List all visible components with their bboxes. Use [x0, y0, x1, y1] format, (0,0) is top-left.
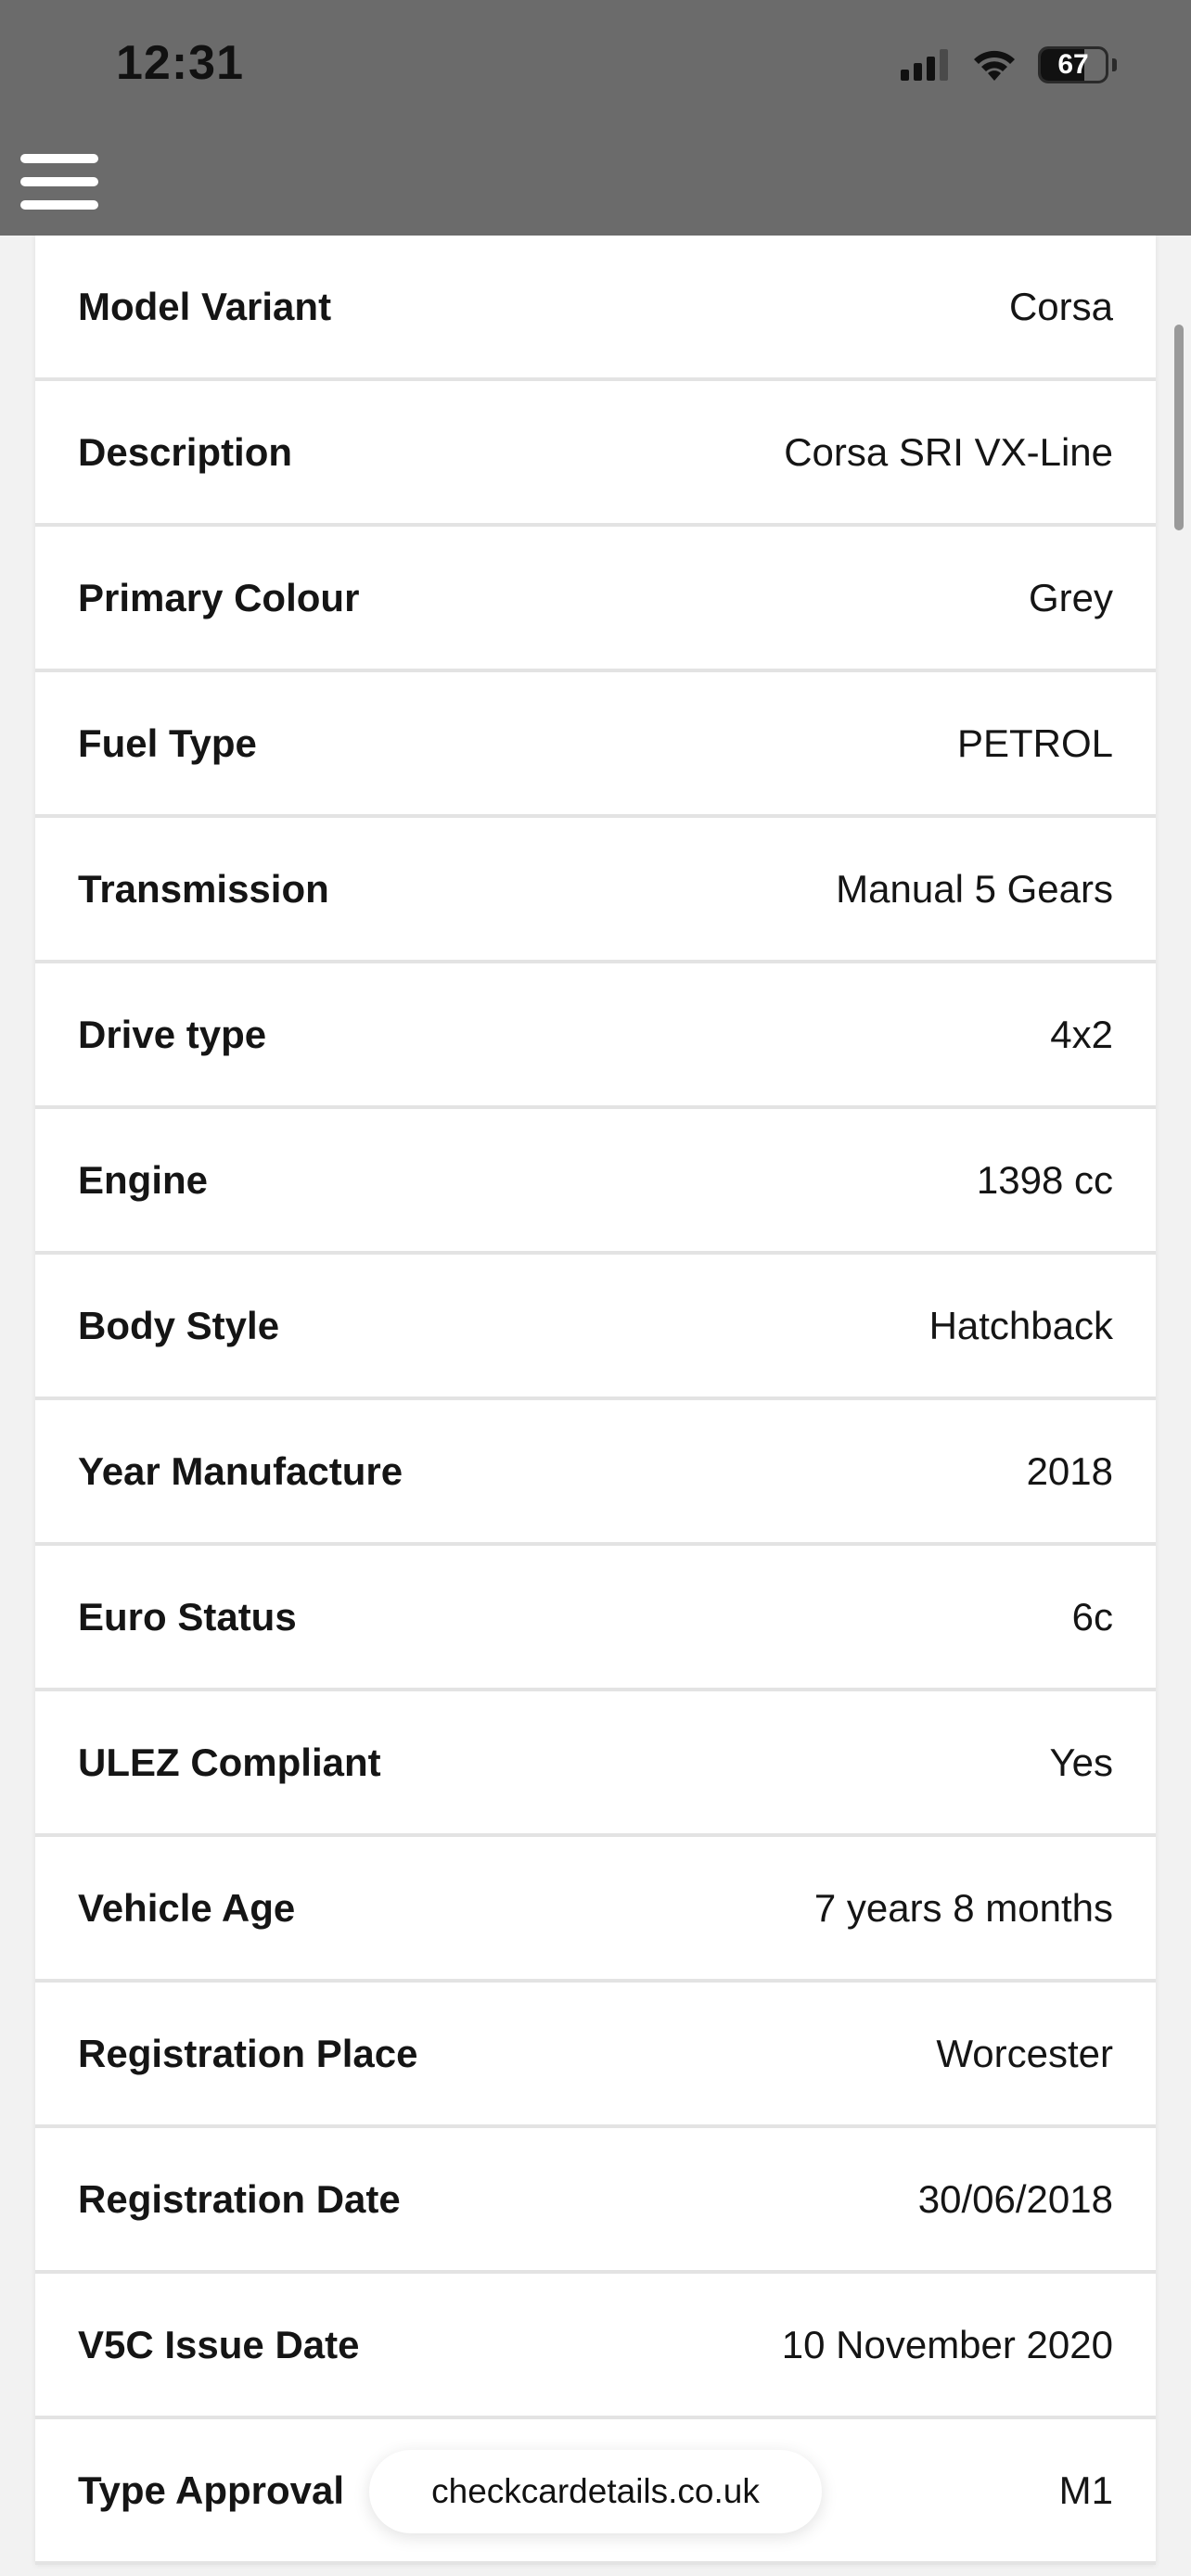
detail-label: Fuel Type [78, 721, 257, 765]
vehicle-details-card: Model Variant Corsa Description Corsa SRI V… [35, 236, 1156, 2565]
detail-label: Vehicle Age [78, 1885, 296, 1930]
detail-value: Yes [1049, 1740, 1113, 1784]
detail-value: Corsa SRI VX-Line [784, 429, 1113, 474]
battery-level: 67 [1057, 49, 1089, 80]
detail-row: Description Corsa SRI VX-Line [35, 381, 1156, 527]
detail-row: Engine 1398 cc [35, 1109, 1156, 1255]
detail-label: Body Style [78, 1303, 280, 1347]
detail-label: Type Approval [78, 2468, 345, 2512]
detail-row: Vehicle Age 7 years 8 months [35, 1837, 1156, 1983]
detail-value: 6c [1071, 1594, 1113, 1639]
status-icons: 67 [901, 46, 1117, 83]
detail-label: Registration Place [78, 2031, 418, 2075]
detail-value: PETROL [956, 721, 1113, 765]
detail-value: Corsa [1008, 284, 1113, 328]
detail-row: Euro Status 6c [35, 1546, 1156, 1691]
detail-value: 7 years 8 months [813, 1885, 1113, 1930]
battery-icon: 67 [1038, 46, 1108, 83]
detail-value: Hatchback [928, 1303, 1113, 1347]
detail-value: 4x2 [1050, 1012, 1113, 1056]
detail-label: ULEZ Compliant [78, 1740, 381, 1784]
hamburger-menu-icon[interactable] [20, 154, 98, 210]
status-time: 12:31 [116, 36, 244, 90]
detail-row: Fuel Type PETROL [35, 672, 1156, 818]
detail-value: M1 [1058, 2468, 1113, 2512]
detail-row: Body Style Hatchback [35, 1255, 1156, 1400]
detail-row: Model Variant Corsa [35, 236, 1156, 381]
detail-value: 2018 [1026, 1448, 1113, 1493]
detail-label: Model Variant [78, 284, 332, 328]
detail-row: ULEZ Compliant Yes [35, 1691, 1156, 1837]
detail-row: Drive type 4x2 [35, 963, 1156, 1109]
detail-row: Year Manufacture 2018 [35, 1400, 1156, 1546]
signal-icon [901, 49, 948, 81]
detail-label: Description [78, 429, 293, 474]
scrollbar[interactable] [1174, 325, 1184, 530]
wifi-icon [974, 50, 1015, 81]
browser-url-bar[interactable]: checkcardetails.co.uk [369, 2450, 822, 2533]
detail-label: Primary Colour [78, 575, 360, 619]
detail-label: Drive type [78, 1012, 267, 1056]
top-bar: 12:31 67 [0, 0, 1191, 236]
detail-value: 1398 cc [976, 1157, 1113, 1202]
detail-row: V5C Issue Date 10 November 2020 [35, 2274, 1156, 2419]
detail-label: Euro Status [78, 1594, 297, 1639]
detail-value: Worcester [936, 2031, 1113, 2075]
detail-label: Engine [78, 1157, 209, 1202]
detail-value: Grey [1028, 575, 1113, 619]
detail-row: Registration Date 30/06/2018 [35, 2128, 1156, 2274]
detail-label: V5C Issue Date [78, 2322, 360, 2366]
detail-value: 30/06/2018 [917, 2176, 1113, 2221]
detail-row: Transmission Manual 5 Gears [35, 818, 1156, 963]
detail-label: Registration Date [78, 2176, 401, 2221]
detail-label: Year Manufacture [78, 1448, 403, 1493]
detail-value: 10 November 2020 [781, 2322, 1113, 2366]
battery-cap [1112, 58, 1117, 71]
detail-row: Primary Colour Grey [35, 527, 1156, 672]
detail-row: Registration Place Worcester [35, 1983, 1156, 2128]
detail-value: Manual 5 Gears [836, 866, 1113, 911]
detail-label: Transmission [78, 866, 329, 911]
